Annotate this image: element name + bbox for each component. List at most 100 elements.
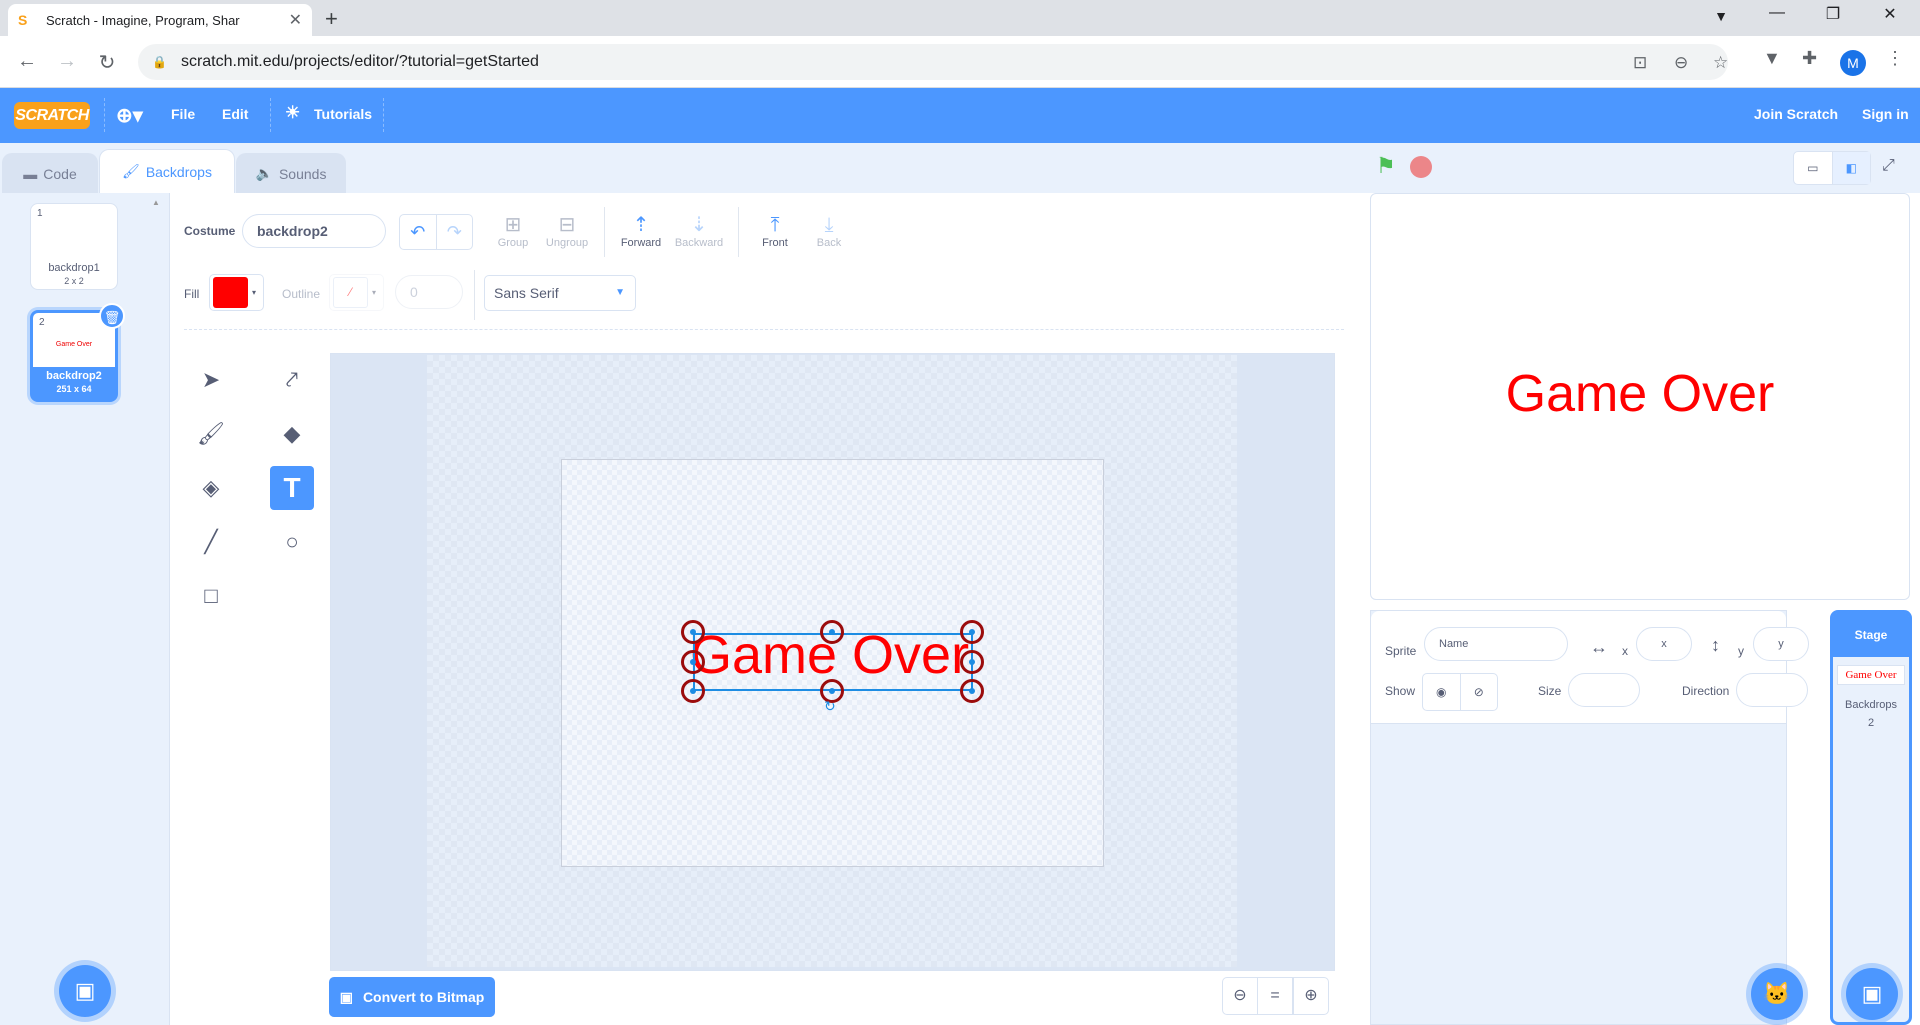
stage-display[interactable]: Game Over: [1370, 193, 1910, 600]
eye-hidden-icon[interactable]: ⊘: [1461, 674, 1498, 710]
select-arrow-icon: ➤: [201, 367, 221, 392]
resize-handle[interactable]: [681, 620, 705, 644]
redo-icon[interactable]: ↷: [437, 215, 473, 249]
select-tool[interactable]: ➤: [189, 358, 233, 402]
fill-label: Fill: [184, 287, 200, 301]
choose-backdrop-button[interactable]: ▣: [59, 965, 111, 1017]
choose-stage-backdrop-button[interactable]: ▣: [1846, 968, 1898, 1020]
eye-visible-icon[interactable]: ◉: [1423, 674, 1461, 710]
resize-handle[interactable]: [960, 620, 984, 644]
fullscreen-icon[interactable]: ⤢: [1882, 157, 1895, 175]
close-window-icon[interactable]: ✕: [1875, 4, 1905, 24]
choose-sprite-button[interactable]: 🐱: [1751, 968, 1803, 1020]
costume-name-input[interactable]: backdrop2: [242, 214, 386, 248]
convert-to-bitmap-button[interactable]: ▣ Convert to Bitmap: [329, 977, 495, 1017]
editor-tabs: ▬ Code 🖌 Backdrops 🔈 Sounds: [0, 143, 1360, 193]
line-tool[interactable]: ╱: [189, 520, 233, 564]
sprite-name-input[interactable]: Name: [1424, 627, 1568, 661]
resize-handle[interactable]: [681, 650, 705, 674]
paintbrush-icon: 🖌: [122, 163, 140, 179]
fill-tool[interactable]: ◈: [189, 466, 233, 510]
translate-icon[interactable]: ⊡: [1633, 53, 1647, 73]
close-tab-icon[interactable]: ✕: [289, 10, 302, 30]
x-input[interactable]: x: [1636, 627, 1692, 661]
small-stage-icon[interactable]: ▭: [1794, 152, 1833, 184]
language-globe-icon[interactable]: ⊕▾: [116, 103, 143, 128]
bookmark-star-icon[interactable]: ☆: [1713, 53, 1728, 73]
tab-search-icon[interactable]: ▼: [1706, 8, 1736, 24]
back-icon[interactable]: ←: [15, 50, 39, 73]
backdrop-number: 2: [39, 317, 45, 328]
tab-backdrops[interactable]: 🖌 Backdrops: [99, 149, 235, 193]
costume-label: Costume: [184, 224, 236, 238]
browser-tab[interactable]: S Scratch - Imagine, Program, Shar ✕: [8, 4, 312, 36]
stage-target-panel[interactable]: Stage Game Over Backdrops 2: [1830, 610, 1912, 1025]
lock-icon: 🔒: [152, 55, 167, 69]
back-button[interactable]: ⤓ Back: [811, 213, 847, 249]
resize-handle[interactable]: [960, 679, 984, 703]
ungroup-button[interactable]: ⊟ Ungroup: [542, 213, 592, 249]
new-tab-icon[interactable]: +: [325, 6, 338, 32]
stop-icon[interactable]: [1410, 156, 1432, 178]
speaker-icon: 🔈: [255, 165, 273, 181]
resize-handle[interactable]: [960, 650, 984, 674]
reshape-tool[interactable]: ⤤: [270, 358, 314, 402]
rotate-handle-icon[interactable]: ↻: [824, 698, 836, 715]
group-button[interactable]: ⊞ Group: [493, 213, 533, 249]
backward-label: Backward: [674, 237, 724, 249]
stage-text: Game Over: [1505, 365, 1775, 423]
text-tool[interactable]: T: [270, 466, 314, 510]
direction-input[interactable]: [1736, 673, 1808, 707]
reload-icon[interactable]: ↻: [95, 50, 119, 75]
outline-color-picker[interactable]: ⁄ ▾: [329, 274, 384, 311]
chrome-menu-icon[interactable]: ⋮: [1886, 48, 1904, 69]
sign-in-link[interactable]: Sign in: [1862, 106, 1909, 122]
undo-icon[interactable]: ↶: [400, 215, 437, 249]
minimize-icon[interactable]: —: [1762, 4, 1792, 22]
forward-icon[interactable]: →: [55, 50, 79, 73]
extension-icon[interactable]: ▼: [1763, 48, 1781, 69]
tutorials-menu[interactable]: Tutorials: [314, 106, 372, 122]
resize-handle[interactable]: [820, 620, 844, 644]
scroll-up-icon[interactable]: ▲: [152, 198, 160, 207]
circle-tool[interactable]: ○: [270, 520, 314, 564]
tab-sounds[interactable]: 🔈 Sounds: [236, 153, 346, 193]
tab-code[interactable]: ▬ Code: [2, 153, 98, 193]
direction-label: Direction: [1682, 684, 1730, 698]
forward-button[interactable]: ⇡ Forward: [618, 213, 664, 249]
file-menu[interactable]: File: [171, 106, 195, 122]
url-field[interactable]: 🔒 scratch.mit.edu/projects/editor/?tutor…: [138, 44, 1728, 80]
size-input[interactable]: [1568, 673, 1640, 707]
outline-width-input[interactable]: 0: [395, 275, 463, 309]
rectangle-tool[interactable]: □: [189, 574, 233, 618]
normal-stage-icon[interactable]: ◧: [1832, 152, 1870, 184]
y-input[interactable]: y: [1753, 627, 1809, 661]
tab-code-label: Code: [43, 165, 77, 182]
backdrop-item[interactable]: 1 backdrop1 2 x 2: [30, 203, 118, 290]
group-label: Group: [497, 237, 529, 249]
extensions-puzzle-icon[interactable]: ✚: [1802, 48, 1817, 69]
line-icon: ╱: [204, 529, 218, 554]
green-flag-icon[interactable]: ⚑: [1376, 153, 1396, 179]
join-scratch-link[interactable]: Join Scratch: [1754, 106, 1838, 122]
eraser-tool[interactable]: ◆: [270, 412, 314, 456]
front-button[interactable]: ⤒ Front: [757, 213, 793, 249]
forward-icon: ⇡: [632, 214, 650, 236]
maximize-icon[interactable]: ❐: [1818, 4, 1848, 24]
profile-avatar[interactable]: M: [1840, 50, 1866, 76]
brush-tool[interactable]: 🖌: [189, 412, 233, 456]
zoom-in-icon[interactable]: ⊕: [1293, 977, 1329, 1015]
edit-menu[interactable]: Edit: [222, 106, 248, 122]
resize-handle[interactable]: [681, 679, 705, 703]
stage-thumbnail: Game Over: [1837, 665, 1905, 685]
delete-backdrop-icon[interactable]: 🗑: [99, 303, 125, 329]
fill-color-picker[interactable]: ▾: [209, 274, 264, 311]
stage-backdrops-count: 2: [1867, 717, 1875, 729]
backward-button[interactable]: ⇣ Backward: [671, 213, 727, 249]
font-select[interactable]: Sans Serif ▼: [484, 275, 636, 311]
zoom-out-icon[interactable]: ⊖: [1222, 977, 1258, 1015]
scratch-logo[interactable]: SCRATCH: [14, 102, 90, 129]
zoom-reset-button[interactable]: =: [1257, 977, 1293, 1015]
stage-size-toggle: ▭ ◧: [1793, 151, 1871, 185]
zoom-icon[interactable]: ⊖: [1674, 53, 1688, 73]
